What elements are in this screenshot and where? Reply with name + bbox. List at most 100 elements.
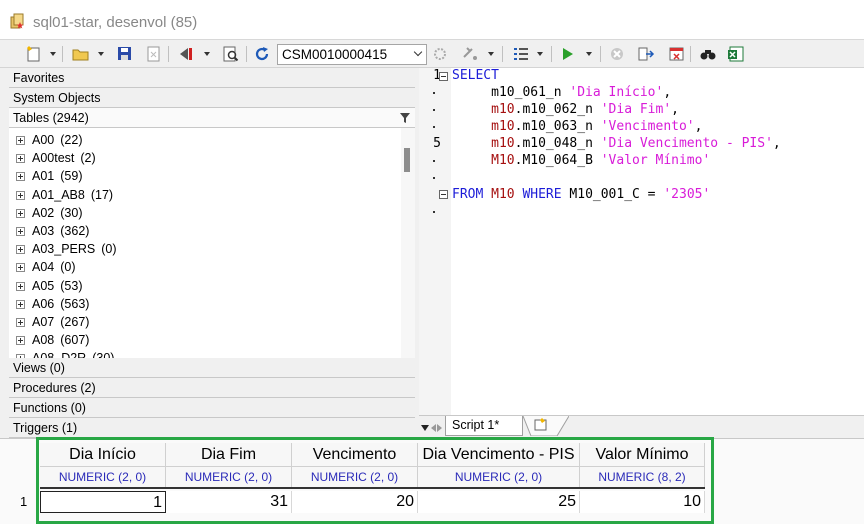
grid-cell[interactable]: 20 (292, 491, 418, 513)
expand-plus-icon[interactable] (16, 318, 25, 327)
settings-icon[interactable] (432, 45, 448, 63)
grid-cell[interactable]: 25 (418, 491, 580, 513)
column-type: NUMERIC (8, 2) (580, 467, 705, 487)
procedures-label: Procedures (2) (13, 381, 96, 395)
header-divider (40, 487, 705, 489)
tools-dropdown-icon[interactable] (488, 52, 494, 56)
table-tree-item[interactable]: A01_AB8 (17) (9, 187, 399, 205)
stop-icon[interactable] (609, 45, 625, 63)
expand-plus-icon[interactable] (16, 245, 25, 255)
chevron-down-icon[interactable] (413, 47, 423, 57)
system-objects-header[interactable]: System Objects (9, 88, 415, 108)
column-header[interactable]: Dia Fim (166, 443, 292, 467)
code-token: .m10_063_n (514, 119, 601, 134)
open-dropdown-icon[interactable] (98, 52, 104, 56)
excel-icon[interactable] (727, 45, 745, 63)
tree-scrollbar-thumb[interactable] (404, 148, 410, 172)
system-objects-label: System Objects (13, 91, 101, 105)
table-tree-item[interactable]: A00test (2) (9, 150, 399, 168)
play-icon[interactable] (561, 45, 575, 63)
refresh-icon[interactable] (255, 45, 271, 63)
column-header[interactable]: Vencimento (292, 443, 418, 467)
procedures-header[interactable]: Procedures (2) (9, 378, 415, 398)
table-row-count: (59) (60, 169, 83, 184)
row-number[interactable]: 1 (20, 494, 27, 509)
table-tree-item[interactable]: A01 (59) (9, 168, 399, 186)
table-tree-item[interactable]: A07 (267) (9, 314, 399, 332)
triggers-header[interactable]: Triggers (1) (9, 418, 415, 438)
list-icon[interactable] (512, 45, 530, 63)
sql-editor[interactable]: 1 5 SELECT m10_061_n 'Dia Início', m10.m… (419, 68, 864, 415)
open-folder-icon[interactable] (72, 45, 90, 63)
column-header[interactable]: Valor Mínimo (580, 443, 705, 467)
column-header[interactable]: Dia Vencimento - PIS (418, 443, 580, 467)
grid-cell[interactable]: 10 (580, 491, 705, 513)
close-doc-icon[interactable] (146, 45, 162, 63)
table-tree-item[interactable]: A03 (362) (9, 223, 399, 241)
column-type: NUMERIC (2, 0) (418, 467, 580, 487)
column-header[interactable]: Dia Início (40, 443, 166, 467)
table-tree-item[interactable]: A04 (0) (9, 259, 399, 277)
fold-collapse-icon[interactable] (439, 72, 448, 81)
find-icon[interactable] (699, 45, 717, 63)
filter-icon[interactable] (400, 113, 410, 123)
code-line[interactable]: M10.M10_064_B 'Valor Mínimo' (452, 152, 710, 169)
code-line[interactable]: m10.m10_062_n 'Dia Fim', (452, 101, 679, 118)
table-tree-label: A08 (607) (32, 333, 89, 347)
expand-plus-icon[interactable] (16, 136, 25, 145)
code-line[interactable]: m10_061_n 'Dia Início', (452, 84, 671, 101)
expand-plus-icon[interactable] (16, 263, 25, 273)
table-tree-item[interactable]: A00 (22) (9, 132, 399, 150)
fold-collapse-icon[interactable] (439, 190, 448, 199)
run-sql-icon[interactable] (178, 45, 198, 63)
views-header[interactable]: Views (0) (9, 358, 415, 378)
table-tree-label: A01_AB8 (17) (32, 188, 113, 202)
tables-header[interactable]: Tables (2942) (9, 108, 415, 128)
table-name: A07 (32, 315, 55, 329)
table-tree-item[interactable]: A05 (53) (9, 278, 399, 296)
code-token: '2305' (663, 187, 711, 202)
table-row-count: (267) (60, 315, 90, 329)
code-line[interactable]: SELECT (452, 67, 499, 84)
expand-plus-icon[interactable] (16, 281, 25, 291)
new-dropdown-icon[interactable] (50, 52, 56, 56)
table-tree-item[interactable]: A08 (607) (9, 332, 399, 350)
expand-plus-icon[interactable] (16, 227, 25, 236)
favorites-header[interactable]: Favorites (9, 68, 415, 88)
expand-plus-icon[interactable] (16, 208, 25, 218)
new-tab-button[interactable] (522, 415, 570, 437)
tab-nav-arrows-icon[interactable] (421, 422, 443, 436)
expand-plus-icon[interactable] (16, 172, 25, 182)
expand-plus-icon[interactable] (16, 190, 25, 200)
code-line[interactable]: FROM M10 WHERE M10_001_C = '2305' (452, 186, 710, 203)
table-tree-item[interactable]: A06 (563) (9, 296, 399, 314)
functions-header[interactable]: Functions (0) (9, 398, 415, 418)
toolbar-separator (62, 46, 63, 62)
code-line[interactable]: m10.m10_063_n 'Vencimento', (452, 118, 702, 135)
preview-icon[interactable] (223, 45, 239, 63)
editor-tabs: Script 1* (419, 415, 864, 437)
table-name: A00 (32, 133, 55, 147)
new-document-icon[interactable] (26, 45, 42, 63)
table-tree-item[interactable]: A02 (30) (9, 205, 399, 223)
grid-cell[interactable]: 31 (166, 491, 292, 513)
connection-select[interactable]: CSM0010000415 (277, 44, 427, 65)
code-token: 'Dia Fim' (600, 102, 672, 117)
results-grid[interactable]: 1 Dia Início NUMERIC (2, 0) Dia Fim NUMERIC… (0, 438, 864, 524)
table-tree-item[interactable]: A03_PERS (0) (9, 241, 399, 259)
tools-icon[interactable] (461, 45, 479, 63)
expand-plus-icon[interactable] (16, 154, 25, 164)
list-dropdown-icon[interactable] (537, 52, 543, 56)
export-icon[interactable] (637, 45, 655, 63)
save-icon[interactable] (117, 45, 133, 63)
code-line[interactable]: m10.m10_048_n 'Dia Vencimento - PIS', (452, 135, 781, 152)
run-dropdown-icon[interactable] (204, 52, 210, 56)
grid-cell[interactable]: 1 (40, 491, 166, 513)
play-dropdown-icon[interactable] (586, 52, 592, 56)
close-icon[interactable] (668, 45, 686, 63)
expand-plus-icon[interactable] (16, 336, 25, 346)
code-token: , (772, 136, 781, 151)
expand-plus-icon[interactable] (16, 299, 25, 309)
tab-script-1[interactable]: Script 1* (445, 416, 523, 436)
